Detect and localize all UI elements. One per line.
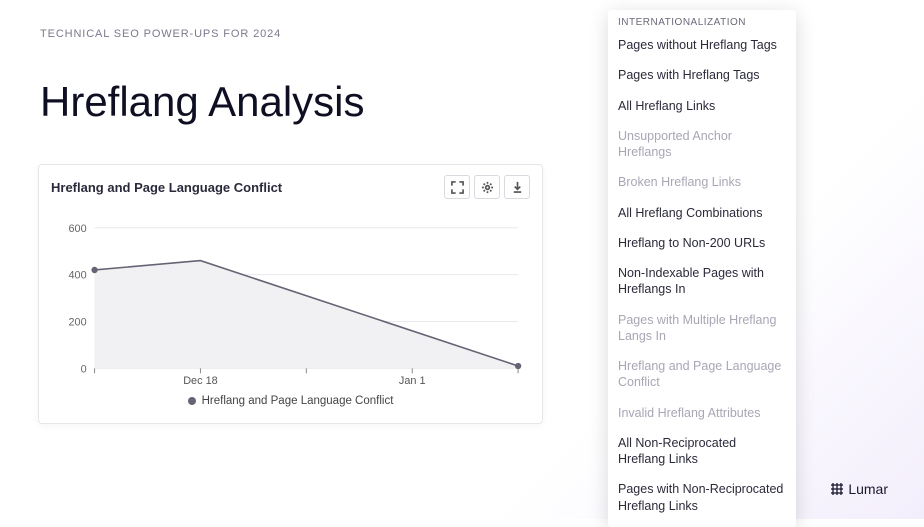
panel-item[interactable]: All Hreflang Links: [608, 91, 796, 121]
panel-item[interactable]: All Hreflang Combinations: [608, 198, 796, 228]
svg-text:0: 0: [81, 363, 87, 375]
svg-text:Dec 18: Dec 18: [183, 375, 217, 387]
svg-text:400: 400: [68, 270, 86, 282]
panel-item: Hreflang and Page Language Conflict: [608, 351, 796, 398]
legend-label: Hreflang and Page Language Conflict: [202, 395, 394, 407]
panel-item: Broken Hreflang Links: [608, 167, 796, 197]
chart-plot: 0 200 400 600 Dec 18 Jan 1: [53, 219, 528, 389]
fullscreen-icon: [451, 181, 464, 194]
panel-item[interactable]: Hreflang to Non-200 URLs: [608, 228, 796, 258]
chart-header: Hreflang and Page Language Conflict: [39, 165, 542, 209]
svg-text:600: 600: [68, 223, 86, 235]
brand-icon: [831, 483, 843, 495]
chart-body: 0 200 400 600 Dec 18 Jan 1 Hreflang and Page …: [39, 209, 542, 423]
chart-card: Hreflang and Page Language Conflict 0 200…: [38, 164, 543, 424]
chart-legend: Hreflang and Page Language Conflict: [53, 389, 528, 415]
fullscreen-button[interactable]: [444, 175, 470, 199]
download-icon: [511, 181, 524, 194]
panel-item[interactable]: Pages with Non-Reciprocated Hreflang Lin…: [608, 474, 796, 521]
eyebrow-text: TECHNICAL SEO POWER-UPS FOR 2024: [40, 28, 281, 40]
panel-item: Pages with Multiple Hreflang Langs In: [608, 305, 796, 352]
svg-text:200: 200: [68, 316, 86, 328]
panel-item: Invalid Hreflang Attributes: [608, 398, 796, 428]
brand-logo: Lumar: [831, 481, 888, 497]
legend-dot-icon: [188, 397, 196, 405]
panel-item[interactable]: Pages with Hreflang Tags: [608, 60, 796, 90]
download-button[interactable]: [504, 175, 530, 199]
panel-heading: INTERNATIONALIZATION: [608, 10, 796, 30]
brand-name: Lumar: [848, 481, 888, 497]
chart-title: Hreflang and Page Language Conflict: [51, 180, 282, 195]
gear-icon: [481, 181, 494, 194]
page-title: Hreflang Analysis: [40, 78, 365, 126]
chart-actions: [444, 175, 530, 199]
svg-text:Jan 1: Jan 1: [399, 375, 426, 387]
panel-item[interactable]: Pages without Hreflang Tags: [608, 30, 796, 60]
internationalization-panel: INTERNATIONALIZATION Pages without Hrefl…: [608, 10, 796, 527]
settings-button[interactable]: [474, 175, 500, 199]
panel-item[interactable]: Non-Indexable Pages with Hreflangs In: [608, 258, 796, 305]
panel-item: Unsupported Anchor Hreflangs: [608, 121, 796, 168]
panel-item[interactable]: All Non-Reciprocated Hreflang Links: [608, 428, 796, 475]
